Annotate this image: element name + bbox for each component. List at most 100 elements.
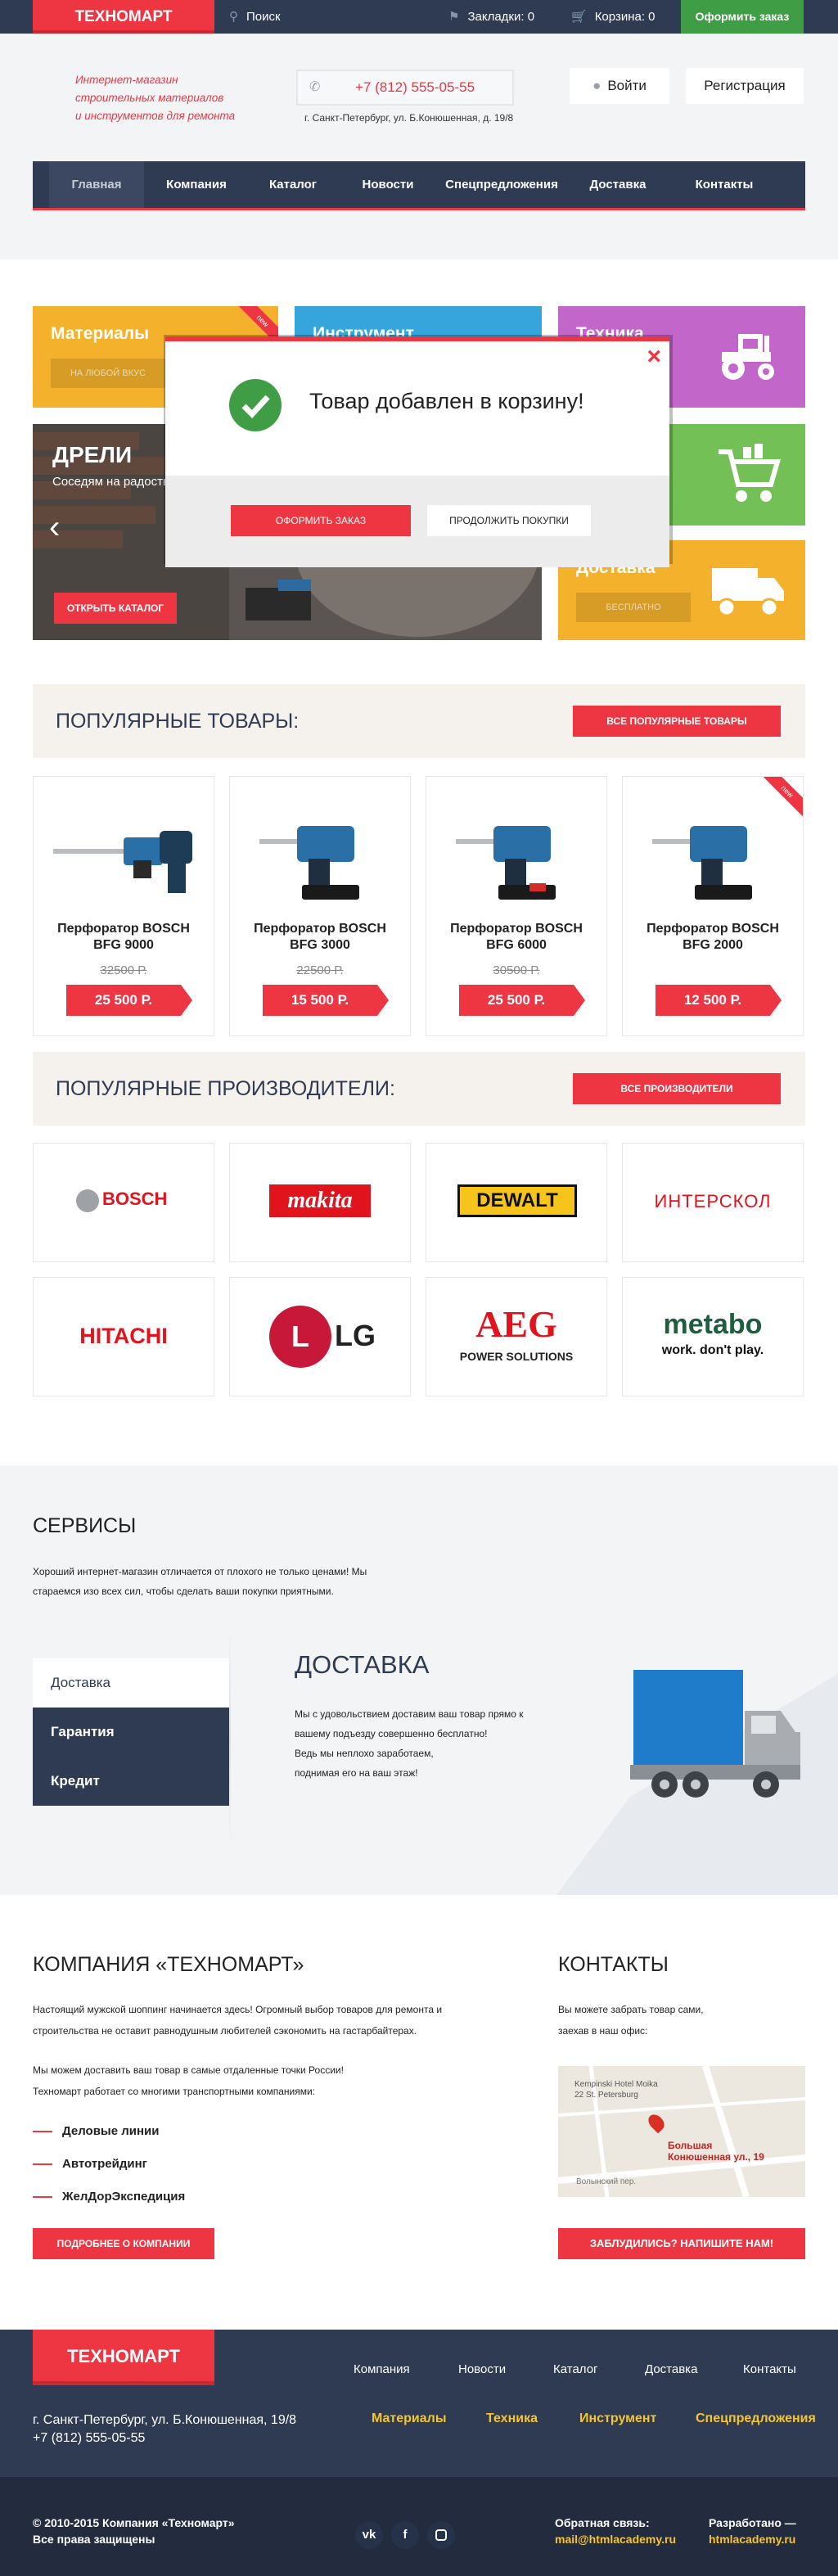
search-icon: ⚲ [229, 10, 238, 24]
nav-item-news[interactable]: Новости [344, 161, 432, 208]
facebook-icon[interactable]: f [391, 2521, 419, 2549]
product-name: Перфоратор BOSCH BFG 6000 [450, 922, 583, 952]
nav-item-contacts[interactable]: Контакты [671, 161, 777, 208]
nav-item-special[interactable]: Спецпредложения [440, 161, 563, 208]
login-button[interactable]: ● Войти [570, 68, 669, 104]
drill-image [53, 831, 192, 893]
product-card[interactable]: Перфоратор BOSCH BFG 3000 22500 Р. 15 500… [229, 776, 411, 1036]
popular-header: ПОПУЛЯРНЫЕ ТОВАРЫ: ВСЕ ПОПУЛЯРНЫЕ ТОВАРЫ [33, 684, 805, 758]
product-price[interactable]: 15 500 Р. [263, 985, 389, 1016]
footer-cat-tech[interactable]: Техника [486, 2411, 538, 2426]
nav-item-delivery[interactable]: Доставка [573, 161, 663, 208]
product-old-price: 32500 Р. [100, 963, 147, 977]
brand-makita[interactable]: makita [229, 1143, 411, 1262]
product-old-price: 22500 Р. [296, 963, 344, 977]
write-us-button[interactable]: ЗАБЛУДИЛИСЬ? НАПИШИТЕ НАМ! [558, 2228, 805, 2259]
bosch-logo-icon [76, 1189, 99, 1212]
nav-item-company[interactable]: Компания [152, 161, 241, 208]
nav-item-home[interactable]: Главная [49, 161, 144, 208]
cart-link[interactable]: 🛒 Корзина: 0 [571, 0, 656, 34]
top-logo[interactable]: ТЕХНОМАРТ [33, 0, 214, 34]
order-button[interactable]: Оформить заказ [681, 0, 804, 34]
map-hotel-label: Kempinski Hotel Moika 22 St. Petersburg [574, 2080, 658, 2100]
slogan: Интернет-магазин строительных материалов… [75, 74, 236, 122]
about-company-button[interactable]: ПОДРОБНЕЕ О КОМПАНИИ [33, 2228, 214, 2259]
brand-hitachi[interactable]: HITACHI [33, 1277, 214, 1396]
contacts-title: КОНТАКТЫ [558, 1953, 669, 1976]
list-item: Автотрейдинг [33, 2148, 185, 2181]
footer-cat-special[interactable]: Спецпредложения [696, 2411, 816, 2426]
transport-list: Деловые линии Автотрейдинг ЖелДорЭкспеди… [33, 2115, 185, 2213]
all-brands-button[interactable]: ВСЕ ПРОИЗВОДИТЕЛИ [573, 1073, 781, 1104]
product-card[interactable]: Перфоратор BOSCH BFG 9000 32500 Р. 25 500… [33, 776, 214, 1036]
nav-item-catalog[interactable]: Каталог [249, 161, 337, 208]
product-price[interactable]: 25 500 Р. [66, 985, 192, 1016]
tab-delivery[interactable]: Доставка [33, 1658, 229, 1708]
product-name: Перфоратор BOSCH BFG 2000 [647, 922, 779, 952]
checkout-button[interactable]: ОФОРМИТЬ ЗАКАЗ [231, 505, 411, 536]
brand-aeg[interactable]: AEG POWER SOLUTIONS [426, 1277, 607, 1396]
brand-bosch[interactable]: BOSCH [33, 1143, 214, 1262]
tile-materials-button[interactable]: НА ЛЮБОЙ ВКУС [51, 359, 165, 388]
footer-link-news[interactable]: Новости [458, 2362, 506, 2376]
product-card[interactable]: Перфоратор BOSCH BFG 6000 30500 Р. 25 500… [426, 776, 607, 1036]
brand-dewalt[interactable]: DEWALT [426, 1143, 607, 1262]
developer: Разработано — htmlacademy.ru [709, 2516, 796, 2547]
vk-icon[interactable]: vk [355, 2521, 383, 2549]
cart-icon: 🛒 [571, 10, 587, 24]
map[interactable]: Kempinski Hotel Moika 22 St. Petersburg … [558, 2066, 805, 2197]
brand-lg[interactable]: L LG [229, 1277, 411, 1396]
lg-logo-icon: L [269, 1306, 331, 1368]
product-card[interactable]: new Перфоратор BOSCH BFG 2000 12 500 Р. [622, 776, 804, 1036]
phone-icon: ✆ [309, 80, 321, 94]
close-icon[interactable]: × [647, 343, 661, 371]
product-name: Перфоратор BOSCH BFG 3000 [254, 922, 386, 952]
tractor-icon [722, 334, 774, 380]
popular-title: ПОПУЛЯРНЫЕ ТОВАРЫ: [56, 710, 300, 733]
open-catalog-button[interactable]: ОТКРЫТЬ КАТАЛОГ [54, 593, 177, 624]
footer-cat-instrument[interactable]: Инструмент [579, 2411, 656, 2426]
header-address: г. Санкт-Петербург, ул. Б.Конюшенная, д.… [304, 112, 514, 124]
footer-link-company[interactable]: Компания [354, 2362, 410, 2376]
top-bar: ТЕХНОМАРТ ⚲ Поиск ⚑ Закладки: 0 🛒 Корзина: … [0, 0, 838, 34]
list-item: ЖелДорЭкспедиция [33, 2181, 185, 2213]
product-price[interactable]: 12 500 Р. [656, 985, 782, 1016]
footer-logo[interactable]: ТЕХНОМАРТ [33, 2330, 214, 2385]
list-item: Деловые линии [33, 2115, 185, 2148]
modal-footer: ОФОРМИТЬ ЗАКАЗ ПРОДОЛЖИТЬ ПОКУПКИ [165, 476, 669, 567]
all-popular-button[interactable]: ВСЕ ПОПУЛЯРНЫЕ ТОВАРЫ [573, 706, 781, 737]
services-title: СЕРВИСЫ [33, 1514, 137, 1537]
cart-modal: × Товар добавлен в корзину! ОФОРМИТЬ ЗАК… [165, 336, 669, 567]
bookmarks-link[interactable]: ⚑ Закладки: 0 [448, 0, 534, 34]
register-button[interactable]: Регистрация [686, 68, 804, 104]
tile-delivery-button[interactable]: БЕСПЛАТНО [576, 593, 691, 622]
instagram-icon[interactable] [427, 2521, 455, 2549]
delivery-text: Мы с удовольствием доставим ваш товар пр… [295, 1708, 524, 1779]
search-link[interactable]: ⚲ Поиск [229, 0, 281, 34]
footer-link-contacts[interactable]: Контакты [743, 2362, 796, 2376]
footer-link-catalog[interactable]: Каталог [553, 2362, 598, 2376]
slider-prev-arrow-icon[interactable]: ‹ [49, 509, 60, 546]
slider-title: ДРЕЛИ [52, 442, 133, 467]
product-price[interactable]: 25 500 Р. [459, 985, 585, 1016]
tab-warranty[interactable]: Гарантия [33, 1708, 229, 1757]
feedback-email-link[interactable]: mail@htmlacademy.ru [555, 2531, 676, 2547]
cart-icon [719, 444, 781, 502]
user-icon: ● [592, 78, 601, 93]
product-old-price: 30500 Р. [493, 963, 540, 977]
map-pin-label: Большая Конюшенная ул., 19 [668, 2140, 764, 2163]
phone-box[interactable]: ✆ +7 (812) 555-05-55 [296, 70, 514, 106]
slider-subtitle: Соседям на радость! [52, 475, 173, 489]
company-text-2: Мы можем доставить ваш товар в самые отд… [33, 2064, 344, 2097]
brand-metabo[interactable]: metabo work. don't play. [622, 1277, 804, 1396]
tab-credit[interactable]: Кредит [33, 1757, 229, 1806]
brand-interskol[interactable]: ИНТЕРСКОЛ [622, 1143, 804, 1262]
developer-link[interactable]: htmlacademy.ru [709, 2531, 796, 2547]
footer-cat-materials[interactable]: Материалы [372, 2411, 447, 2426]
drill-image [456, 826, 556, 900]
tab-divider [229, 1631, 231, 1843]
contacts-text: Вы можете забрать товар сами, заехав в н… [558, 2004, 704, 2037]
continue-shopping-button[interactable]: ПРОДОЛЖИТЬ ПОКУПКИ [427, 505, 591, 536]
drill-image [652, 826, 752, 900]
footer-link-delivery[interactable]: Доставка [645, 2362, 697, 2376]
